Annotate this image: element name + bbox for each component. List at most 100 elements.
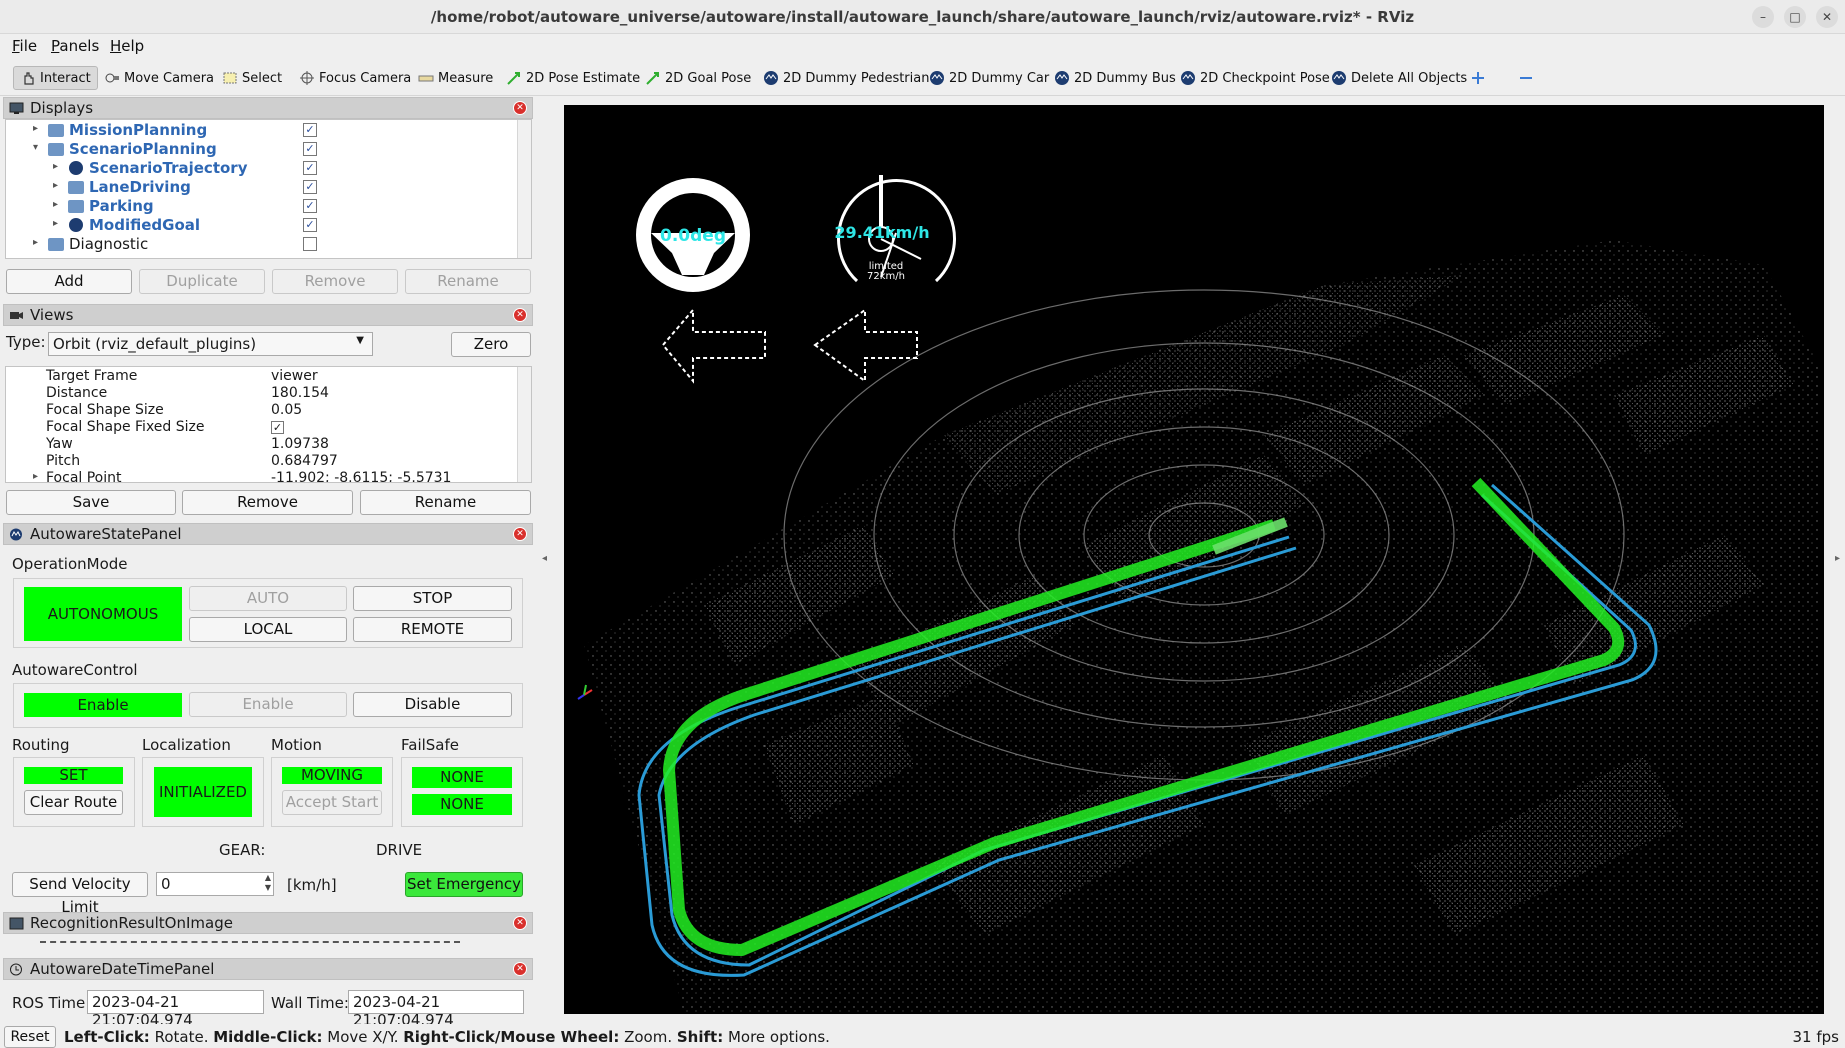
tool-dummy-bus[interactable]: 2D Dummy Bus — [1054, 66, 1176, 90]
prop-value[interactable]: 1.09738 — [271, 436, 329, 452]
reset-button[interactable]: Reset — [4, 1026, 56, 1048]
tool-focus-camera[interactable]: Focus Camera — [299, 66, 411, 90]
properties-scrollbar[interactable] — [517, 367, 531, 482]
display-checkbox[interactable]: ✓ — [303, 142, 317, 156]
prop-value[interactable]: 180.154 — [271, 385, 329, 401]
autoware-icon — [1055, 71, 1069, 85]
prop-target-frame[interactable]: Target Frame viewer — [6, 368, 516, 385]
chevron-right-icon[interactable]: ▸ — [53, 199, 58, 210]
add-display-button[interactable]: Add — [6, 269, 132, 294]
chevron-right-icon[interactable]: ▸ — [53, 218, 58, 229]
prop-value[interactable]: viewer — [271, 368, 318, 384]
duplicate-display-button[interactable]: Duplicate — [139, 269, 265, 294]
maximize-button[interactable]: □ — [1784, 6, 1806, 28]
display-checkbox[interactable]: ✓ — [303, 161, 317, 175]
add-tool-button[interactable] — [1470, 66, 1486, 90]
collapse-right-icon[interactable]: ▸ — [1835, 553, 1840, 564]
prop-focal-point[interactable]: ▸ Focal Point -11.902; -8.6115; -5.5731 — [6, 470, 516, 482]
display-item-diagnostic[interactable]: ▸ Diagnostic — [6, 235, 506, 254]
close-icon[interactable]: ✕ — [513, 527, 527, 541]
tool-delete-all-objects[interactable]: Delete All Objects — [1331, 66, 1467, 90]
set-emergency-button[interactable]: Set Emergency — [405, 872, 523, 897]
save-view-button[interactable]: Save — [6, 490, 176, 515]
hint-key: Middle-Click: — [213, 1028, 323, 1046]
ros-time-field[interactable]: 2023-04-21 21:07:04.974 — [87, 990, 264, 1029]
prop-value[interactable]: -11.902; -8.6115; -5.5731 — [271, 470, 451, 482]
stop-mode-button[interactable]: STOP — [353, 586, 512, 611]
folder-icon — [68, 181, 84, 194]
tool-2d-pose-estimate[interactable]: 2D Pose Estimate — [506, 66, 640, 90]
tool-interact[interactable]: Interact — [13, 66, 98, 90]
prop-focal-shape-fixed-size[interactable]: Focal Shape Fixed Size ✓ — [6, 419, 516, 436]
display-checkbox[interactable]: ✓ — [303, 218, 317, 232]
menu-file[interactable]: File — [12, 37, 37, 55]
display-item-parking[interactable]: ▸ Parking ✓ — [6, 197, 506, 216]
remove-view-button[interactable]: Remove — [182, 490, 353, 515]
disable-control-button[interactable]: Disable — [353, 692, 512, 717]
local-mode-button[interactable]: LOCAL — [189, 617, 347, 642]
prop-checkbox[interactable]: ✓ — [271, 421, 284, 434]
remove-tool-button[interactable] — [1518, 66, 1534, 90]
motion-status: MOVING — [282, 767, 382, 784]
tool-select[interactable]: Select — [222, 66, 282, 90]
prop-pitch[interactable]: Pitch 0.684797 — [6, 453, 516, 470]
prop-focal-shape-size[interactable]: Focal Shape Size 0.05 — [6, 402, 516, 419]
tool-2d-goal-pose-label: 2D Goal Pose — [665, 70, 752, 86]
chevron-right-icon[interactable]: ▸ — [33, 237, 38, 248]
tool-dummy-pedestrian[interactable]: 2D Dummy Pedestrian — [763, 66, 929, 90]
prop-distance[interactable]: Distance 180.154 — [6, 385, 516, 402]
tool-dummy-car[interactable]: 2D Dummy Car — [929, 66, 1049, 90]
rename-view-button[interactable]: Rename — [360, 490, 531, 515]
close-icon[interactable]: ✕ — [513, 916, 527, 930]
display-item-scenarioplanning[interactable]: ▾ ScenarioPlanning ✓ — [6, 140, 506, 159]
datetime-panel-title: AutowareDateTimePanel — [30, 960, 215, 978]
render-viewport[interactable]: 0.0deg 29.41km/h limited 72km/h — [564, 105, 1824, 1014]
chevron-right-icon[interactable]: ▸ — [33, 471, 38, 482]
chevron-down-icon[interactable]: ▾ — [33, 142, 38, 153]
accept-start-button[interactable]: Accept Start — [282, 790, 382, 815]
image-icon — [9, 917, 24, 930]
clear-route-button[interactable]: Clear Route — [24, 790, 123, 815]
views-panel-header: Views ✕ — [3, 304, 533, 326]
velocity-limit-input[interactable]: 0 ▲ ▼ — [156, 872, 274, 896]
chevron-right-icon[interactable]: ▸ — [33, 123, 38, 134]
display-checkbox[interactable]: ✓ — [303, 180, 317, 194]
view-type-select[interactable]: Orbit (rviz_default_plugins) ▼ — [48, 332, 373, 356]
wall-time-field[interactable]: 2023-04-21 21:07:04.974 — [348, 990, 524, 1029]
close-icon[interactable]: ✕ — [513, 308, 527, 322]
collapse-left-icon[interactable]: ◂ — [542, 553, 547, 564]
display-item-lanedriving[interactable]: ▸ LaneDriving ✓ — [6, 178, 506, 197]
display-item-modifiedgoal[interactable]: ▸ ModifiedGoal ✓ — [6, 216, 506, 235]
minimize-button[interactable]: – — [1752, 6, 1774, 28]
tool-checkpoint-pose[interactable]: 2D Checkpoint Pose — [1180, 66, 1330, 90]
tool-move-camera[interactable]: Move Camera — [104, 66, 214, 90]
chevron-right-icon[interactable]: ▸ — [53, 180, 58, 191]
remote-mode-button[interactable]: REMOTE — [353, 617, 512, 642]
display-item-missionplanning[interactable]: ▸ MissionPlanning ✓ — [6, 121, 506, 140]
display-checkbox[interactable]: ✓ — [303, 123, 317, 137]
close-window-button[interactable]: ✕ — [1816, 6, 1838, 28]
menu-help[interactable]: Help — [110, 37, 144, 55]
menu-panels[interactable]: Panels — [51, 37, 99, 55]
rename-display-button[interactable]: Rename — [405, 269, 531, 294]
remove-display-button[interactable]: Remove — [272, 269, 398, 294]
tool-2d-goal-pose[interactable]: 2D Goal Pose — [645, 66, 751, 90]
spinbox-arrows-icon[interactable]: ▲ ▼ — [265, 873, 271, 893]
display-checkbox[interactable]: ✓ — [303, 199, 317, 213]
send-velocity-limit-button[interactable]: Send Velocity Limit — [12, 872, 148, 916]
enable-control-button[interactable]: Enable — [189, 692, 347, 717]
zero-button[interactable]: Zero — [451, 332, 531, 357]
displays-scrollbar[interactable] — [517, 120, 531, 258]
display-item-scenariotrajectory[interactable]: ▸ ScenarioTrajectory ✓ — [6, 159, 506, 178]
prop-value[interactable]: 0.05 — [271, 402, 302, 418]
close-icon[interactable]: ✕ — [513, 962, 527, 976]
display-checkbox[interactable] — [303, 237, 317, 251]
chevron-right-icon[interactable]: ▸ — [53, 161, 58, 172]
prop-name: Distance — [46, 385, 108, 401]
tool-measure[interactable]: Measure — [418, 66, 493, 90]
prop-value[interactable]: 0.684797 — [271, 453, 338, 469]
prop-yaw[interactable]: Yaw 1.09738 — [6, 436, 516, 453]
auto-mode-button[interactable]: AUTO — [189, 586, 347, 611]
prop-name: Target Frame — [46, 368, 138, 384]
close-icon[interactable]: ✕ — [513, 101, 527, 115]
